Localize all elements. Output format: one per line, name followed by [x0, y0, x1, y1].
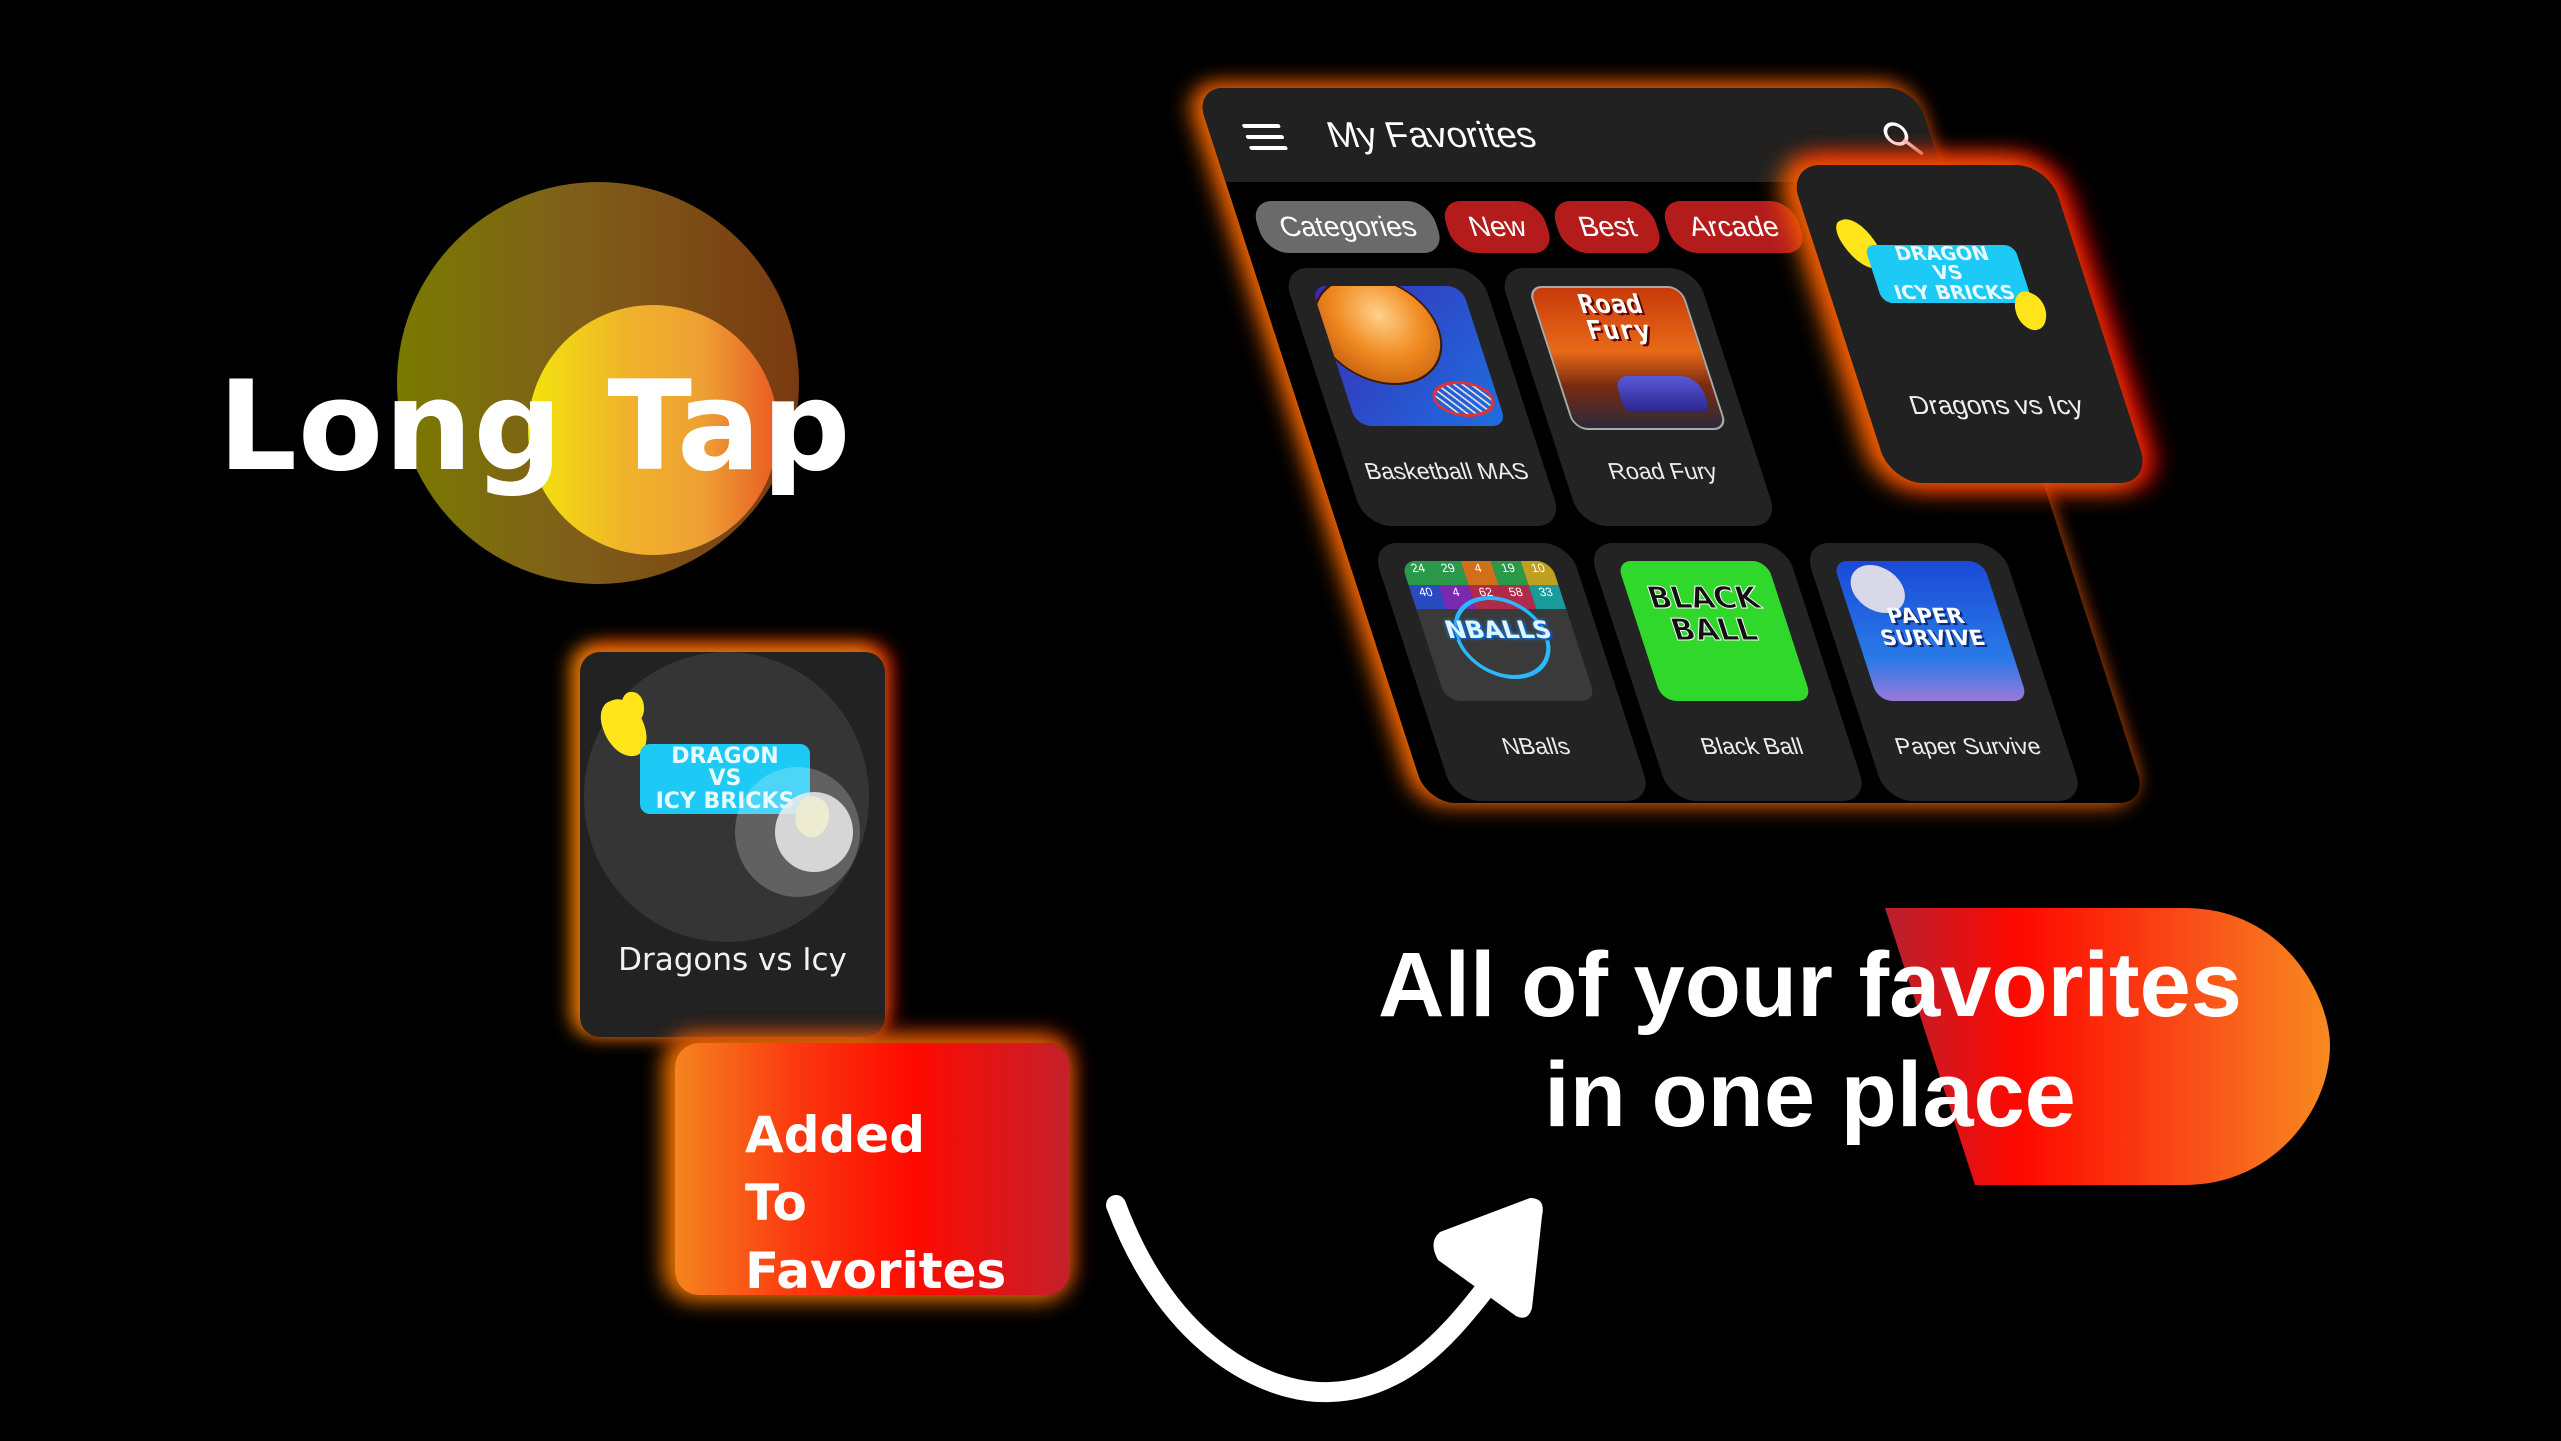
dragon-icon: [622, 692, 644, 722]
game-title: Road Fury: [1604, 458, 1721, 484]
basketball-icon: [1311, 286, 1458, 385]
added-to-favorites-toast: Added To Favorites: [675, 1043, 1070, 1300]
dragon-vs-icy-bricks-logo: DRAGON VS ICY BRICKS: [1829, 210, 2078, 350]
black-ball-thumbnail: BLACK BALL: [1616, 561, 1813, 701]
game-title: Basketball MAS: [1361, 458, 1532, 484]
paper-survive-thumbnail: PAPER SURVIVE: [1832, 561, 2029, 701]
game-title: NBalls: [1498, 733, 1574, 759]
nballs-logo-text: NBALLS: [1441, 616, 1556, 644]
search-icon[interactable]: [1877, 120, 1925, 156]
tapped-game-card[interactable]: DRAGON VS ICY BRICKS Dragons vs Icy: [580, 652, 885, 1037]
road-fury-logo-text: Road Fury: [1574, 290, 1656, 346]
hoop-icon: [1427, 381, 1500, 417]
road-fury-thumbnail: Road Fury: [1527, 286, 1729, 430]
paper-survive-logo-text: PAPER SURVIVE: [1877, 604, 1989, 650]
tagline-line-1: All of your favorites: [1378, 934, 2242, 1036]
hamburger-menu-icon[interactable]: [1241, 124, 1289, 152]
chip-arcade[interactable]: Arcade: [1659, 201, 1809, 253]
chip-categories[interactable]: Categories: [1249, 201, 1447, 253]
game-title: Paper Survive: [1891, 733, 2045, 759]
nballs-thumbnail: 24 29 4 19 10 40 4 62 58 33 NBALLS: [1400, 561, 1597, 701]
toast-text: Added To Favorites: [745, 1101, 1070, 1305]
tagline-line-2: in one place: [1544, 1044, 2076, 1146]
dragon-icon: [2012, 287, 2049, 335]
highlighted-game-card[interactable]: DRAGON VS ICY BRICKS Dragons vs Icy: [1788, 165, 2152, 483]
black-ball-logo-text: BLACK BALL: [1642, 581, 1765, 649]
basketball-thumbnail: [1311, 286, 1507, 426]
toast-line-1: Added: [745, 1106, 925, 1164]
tagline: All of your favorites in one place: [1340, 930, 2280, 1150]
curved-arrow-icon: [1106, 1195, 1543, 1403]
logo-line: ICY BRICKS: [1890, 281, 2019, 304]
chip-best[interactable]: Best: [1549, 201, 1667, 253]
tapped-card-title: Dragons vs Icy: [618, 942, 847, 978]
highlighted-card-title: Dragons vs Icy: [1905, 390, 2087, 420]
toast-line-2: To Favorites: [745, 1174, 1007, 1300]
category-chips: Categories New Best Arcade: [1249, 201, 1809, 253]
game-title: Black Ball: [1697, 733, 1807, 759]
highlighted-card-surface: DRAGON VS ICY BRICKS Dragons vs Icy: [1788, 165, 2152, 483]
logo-banner: DRAGON VS ICY BRICKS: [1863, 243, 2033, 304]
long-tap-label: Long Tap: [218, 355, 852, 499]
chip-new[interactable]: New: [1439, 201, 1557, 253]
app-title: My Favorites: [1321, 114, 1541, 155]
car-icon: [1613, 376, 1711, 412]
touch-point-indicator: [775, 792, 853, 872]
logo-line: VS: [1930, 262, 1966, 285]
logo-line: DRAGON: [671, 744, 779, 769]
